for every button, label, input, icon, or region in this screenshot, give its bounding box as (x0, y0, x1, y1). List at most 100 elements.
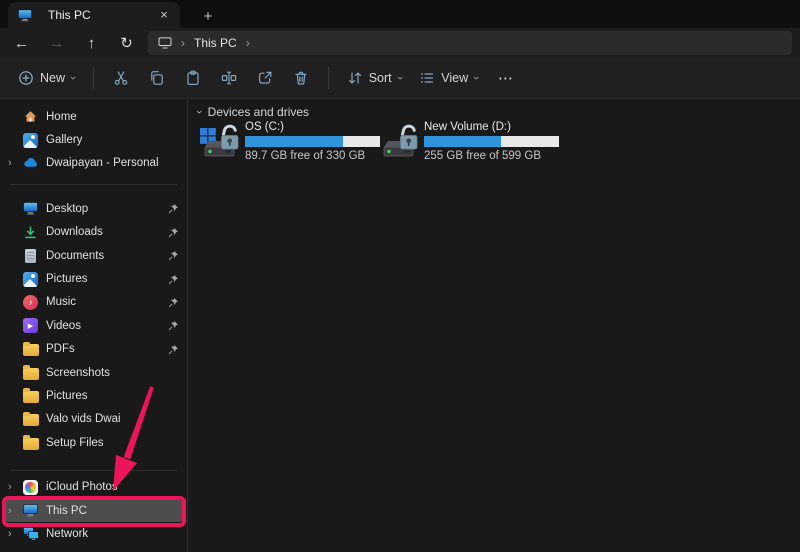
sidebar-item-label: Valo vids Dwai (46, 413, 179, 425)
sidebar-item-label: Screenshots (46, 367, 179, 379)
sidebar-item-label: Setup Files (46, 437, 179, 449)
rename-icon (221, 70, 237, 86)
sidebar-item-label: Desktop (46, 203, 166, 215)
pin-icon (166, 203, 179, 214)
folder-icon (22, 388, 39, 404)
more-options-button[interactable]: ⋯ (488, 65, 524, 91)
sidebar-item-home[interactable]: Home (4, 105, 183, 128)
sidebar-item-downloads[interactable]: Downloads (4, 221, 183, 244)
devices-and-drives-group[interactable]: › Devices and drives (197, 105, 800, 119)
toolbar-separator (328, 67, 329, 89)
content-pane: › Devices and drives (189, 100, 800, 552)
new-tab-button[interactable]: + (198, 8, 218, 25)
cut-icon (113, 70, 129, 86)
folder-icon (22, 365, 39, 381)
sidebar-item-label: Pictures (46, 390, 179, 402)
forward-icon[interactable]: → (49, 35, 64, 52)
sidebar-item-this-pc[interactable]: › This PC (4, 499, 183, 522)
toolbar-separator (93, 67, 94, 89)
plus-circle-icon (18, 70, 34, 86)
icloud-photos-icon (22, 479, 39, 495)
sort-icon (347, 70, 363, 86)
documents-icon (22, 248, 39, 264)
chevron-down-icon: › (393, 76, 405, 80)
tab-bar: This PC × + (0, 0, 800, 28)
view-button[interactable]: View › (411, 64, 486, 92)
home-icon (22, 109, 39, 125)
sidebar-item-label: Pictures (46, 273, 166, 285)
desktop-icon (22, 201, 39, 217)
sidebar-item-label: Network (46, 528, 179, 540)
sidebar-item-icloud-photos[interactable]: › iCloud Photos (4, 475, 183, 498)
chevron-right-icon[interactable]: › (8, 157, 22, 169)
back-icon[interactable]: ← (14, 35, 29, 52)
sidebar-item-pdfs[interactable]: PDFs (4, 338, 183, 361)
pin-icon (166, 274, 179, 285)
new-button[interactable]: New › (10, 64, 83, 92)
chevron-down-icon: › (470, 76, 482, 80)
capacity-bar (424, 136, 559, 147)
this-pc-monitor-icon (16, 7, 33, 23)
pin-icon (166, 250, 179, 261)
navigation-pane: Home Gallery › Dwaipayan - Personal Desk… (0, 100, 188, 552)
pin-icon (166, 320, 179, 331)
navigation-bar: ← → ↑ ↻ › This PC › (0, 28, 800, 58)
paste-button[interactable] (176, 64, 210, 92)
sidebar-item-documents[interactable]: Documents (4, 244, 183, 267)
sort-button[interactable]: Sort › (339, 64, 410, 92)
pictures-icon (22, 271, 39, 287)
pin-icon (166, 344, 179, 355)
cut-button[interactable] (104, 64, 138, 92)
sidebar-item-gallery[interactable]: Gallery (4, 128, 183, 151)
sidebar-item-desktop[interactable]: Desktop (4, 197, 183, 220)
sidebar-item-label: Documents (46, 250, 166, 262)
drive-name: OS (C:) (245, 121, 380, 134)
refresh-icon[interactable]: ↻ (119, 34, 134, 52)
sidebar-item-label: Gallery (46, 134, 179, 146)
chevron-right-icon[interactable]: › (8, 505, 22, 517)
tab-close-icon[interactable]: × (156, 7, 172, 23)
collapse-chevron-icon[interactable]: › (193, 110, 205, 114)
breadcrumb-chevron-icon[interactable]: › (246, 36, 250, 50)
sidebar-item-valo-vids[interactable]: Valo vids Dwai (4, 408, 183, 431)
address-bar[interactable]: › This PC › (148, 31, 792, 55)
sidebar-item-label: Videos (46, 320, 166, 332)
trash-icon (293, 70, 309, 86)
drive-os-c[interactable]: OS (C:) 89.7 GB free of 330 GB (197, 121, 376, 162)
sidebar-item-music[interactable]: ♪ Music (4, 291, 183, 314)
share-button[interactable] (248, 64, 282, 92)
chevron-right-icon[interactable]: › (8, 481, 22, 493)
sidebar-item-screenshots[interactable]: Screenshots (4, 361, 183, 384)
drive-tiles: OS (C:) 89.7 GB free of 330 GB (197, 121, 800, 162)
chevron-right-icon[interactable]: › (8, 528, 22, 540)
sidebar-item-label: This PC (46, 505, 179, 517)
share-icon (257, 70, 273, 86)
tab-this-pc[interactable]: This PC × (8, 2, 180, 28)
folder-icon (22, 411, 39, 427)
delete-button[interactable] (284, 64, 318, 92)
copy-button[interactable] (140, 64, 174, 92)
folder-icon (22, 435, 39, 451)
breadcrumb-location[interactable]: This PC (194, 36, 237, 50)
sidebar-item-videos[interactable]: ▶ Videos (4, 314, 183, 337)
sidebar-item-label: iCloud Photos (46, 481, 179, 493)
rename-button[interactable] (212, 64, 246, 92)
paste-icon (185, 70, 201, 86)
sidebar-item-pictures-folder[interactable]: Pictures (4, 384, 183, 407)
downloads-icon (22, 224, 39, 240)
sidebar-item-setup-files[interactable]: Setup Files (4, 431, 183, 454)
new-button-label: New (40, 71, 65, 85)
group-header-label: Devices and drives (208, 105, 309, 119)
sidebar-item-network[interactable]: › Network (4, 522, 183, 545)
gallery-icon (22, 132, 39, 148)
up-icon[interactable]: ↑ (84, 35, 99, 52)
sidebar-item-onedrive[interactable]: › Dwaipayan - Personal (4, 152, 183, 175)
drive-d-icon (376, 121, 422, 161)
pin-icon (166, 297, 179, 308)
tab-title: This PC (48, 8, 148, 22)
network-icon (22, 526, 39, 542)
this-pc-monitor-icon (22, 503, 39, 519)
free-space-text: 255 GB free of 599 GB (424, 150, 559, 162)
drive-new-volume-d[interactable]: New Volume (D:) 255 GB free of 599 GB (376, 121, 555, 162)
sidebar-item-pictures[interactable]: Pictures (4, 267, 183, 290)
